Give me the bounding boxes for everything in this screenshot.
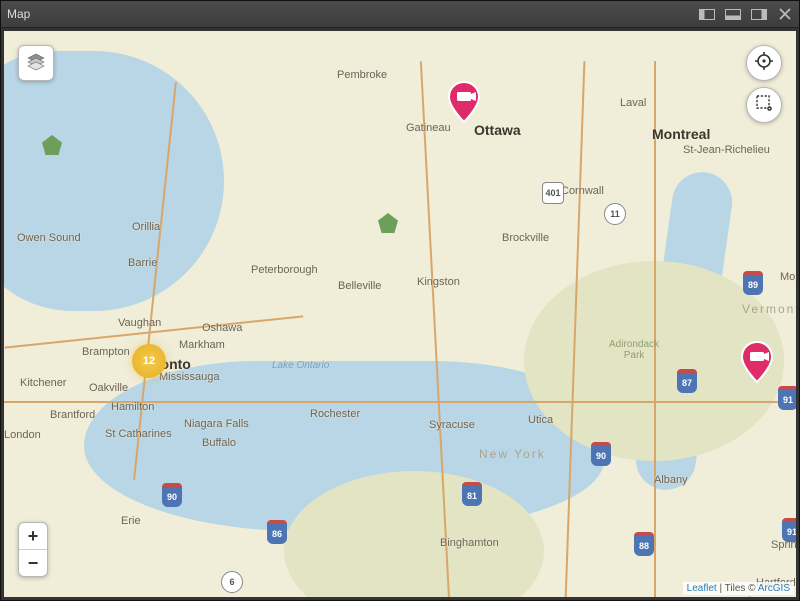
road-line [654,61,656,597]
zoom-control: + − [18,522,48,577]
city-label: Brockville [502,232,549,244]
dock-bottom-button[interactable] [725,8,741,20]
map-window: Map [0,0,800,601]
map-container: Pembroke Gatineau Ottawa Laval Montreal St-Je… [1,28,799,600]
leaflet-link[interactable]: Leaflet [687,583,717,594]
city-label: Peterborough [251,264,318,276]
city-label: London [4,429,41,441]
city-label: Montreal [652,126,710,142]
map-attribution: Leaflet | Tiles © ArcGIS [683,582,794,595]
zoom-out-button[interactable]: − [19,549,47,576]
city-label: Mo [780,271,795,283]
dock-right-button[interactable] [751,8,767,20]
interstate-shield: 91 [778,386,796,410]
highway-shield: 6 [221,571,243,593]
dock-left-button[interactable] [699,8,715,20]
cluster-count: 12 [143,355,155,367]
titlebar-buttons [699,8,793,20]
interstate-shield: 91 [782,518,796,542]
city-label: Kingston [417,276,460,288]
crosshair-icon [754,51,774,76]
city-label: Laval [620,97,646,109]
city-label: Belleville [338,280,381,292]
city-label: Brampton [82,346,130,358]
layers-button[interactable] [18,45,54,81]
road-line [4,401,796,403]
locate-button[interactable] [746,45,782,81]
highway-shield: 11 [604,203,626,225]
layers-icon [26,51,46,76]
select-area-button[interactable] [746,87,782,123]
city-label: Markham [179,339,225,351]
titlebar: Map [1,1,799,28]
water-shape [4,51,224,311]
zoom-in-button[interactable]: + [19,523,47,549]
window-title: Map [7,7,30,21]
city-label: Ottawa [474,122,521,138]
city-label: Erie [121,515,141,527]
tch-shield [378,213,398,233]
select-area-icon [754,93,774,118]
highway-shield: 401 [542,182,564,204]
city-label: Kitchener [20,377,66,389]
close-button[interactable] [777,8,793,20]
city-label: Pembroke [337,69,387,81]
city-label: Vaughan [118,317,161,329]
city-label: Cornwall [561,185,604,197]
city-label: Gatineau [406,122,451,134]
interstate-shield: 88 [634,532,654,556]
tiles-prefix: | Tiles © [717,583,758,594]
cluster-marker[interactable]: 12 [132,344,166,378]
map-canvas[interactable]: Pembroke Gatineau Ottawa Laval Montreal St-Je… [4,31,796,597]
city-label: Springfield [771,539,796,551]
tiles-link[interactable]: ArcGIS [758,583,790,594]
road-line [5,315,304,348]
city-label: St-Jean-Richelieu [683,144,770,156]
camera-pin[interactable] [740,341,774,383]
camera-pin[interactable] [447,81,481,123]
city-label: Brantford [50,409,95,421]
